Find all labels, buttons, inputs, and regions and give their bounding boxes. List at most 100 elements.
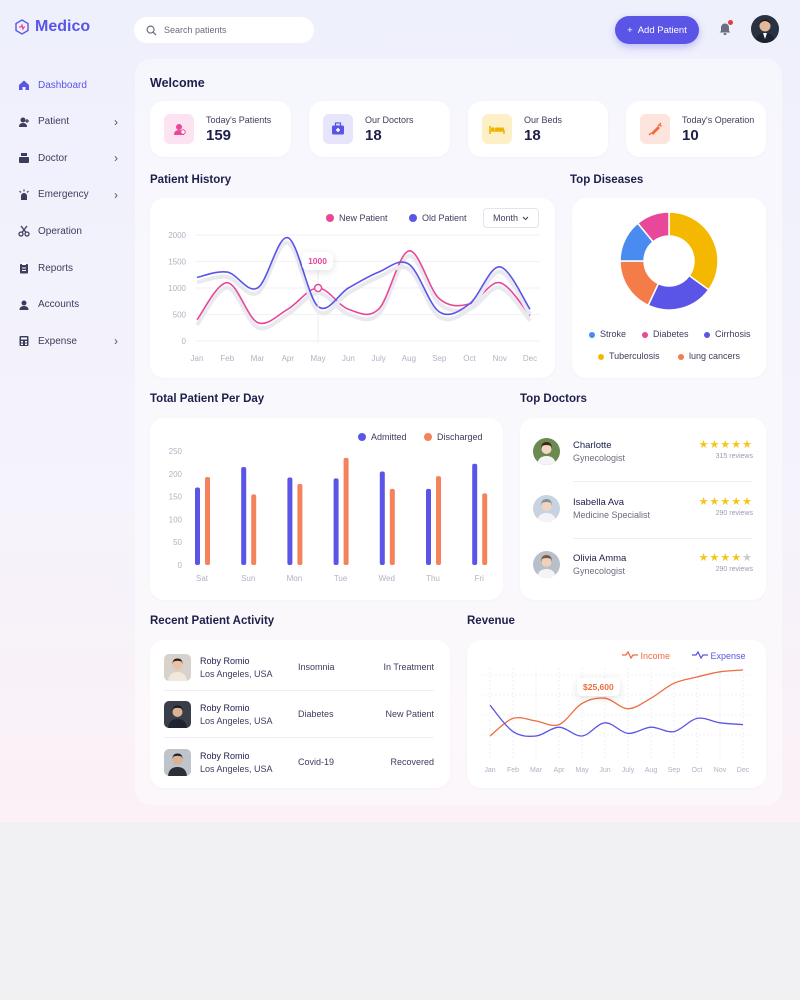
sidebar-item-label: Emergency [38, 189, 89, 201]
bar-discharged-sun[interactable] [251, 494, 257, 565]
bar-admitted-wed[interactable] [379, 471, 385, 565]
doctor-specialty: Gynecologist [573, 566, 626, 576]
x-tick-label: Jan [191, 354, 204, 363]
bar-admitted-tue[interactable] [333, 478, 339, 565]
x-tick-label: Sep [432, 354, 447, 363]
activity-row[interactable]: Roby Romio Los Angeles, USA Insomnia In Tre… [164, 654, 434, 684]
sidebar-item-label: Accounts [38, 299, 80, 311]
sidebar-item-dashboard[interactable]: Dashboard [18, 77, 118, 93]
patient-status: In Treatment [383, 662, 434, 672]
revenue-line-expense [489, 704, 744, 737]
syringe-icon [640, 114, 670, 144]
x-tick-label: Mar [530, 767, 543, 774]
user-avatar[interactable] [751, 15, 779, 43]
bar-discharged-wed[interactable] [389, 488, 395, 565]
x-tick-label: Thu [426, 574, 440, 583]
bar-admitted-mon[interactable] [287, 477, 293, 565]
x-tick-label: Nov [493, 354, 507, 363]
x-tick-label: Wed [379, 574, 395, 583]
bar-discharged-mon[interactable] [297, 483, 303, 565]
sidebar-item-emergency[interactable]: Emergency › [18, 187, 118, 203]
search-input[interactable] [164, 25, 294, 35]
sidebar-item-accounts[interactable]: Accounts [18, 297, 118, 313]
tooltip-marker [313, 283, 323, 293]
stat-card-our-doctors[interactable]: Our Doctors 18 [309, 101, 450, 157]
sidebar-item-reports[interactable]: Reports [18, 260, 118, 276]
doctor-avatar [533, 438, 560, 465]
star-rating: ★★★★★ [699, 438, 753, 451]
stat-value: 159 [206, 126, 232, 144]
y-tick-label: 1000 [168, 284, 186, 293]
x-tick-label: Aug [645, 767, 658, 774]
x-tick-label: Feb [507, 767, 519, 774]
add-patient-button[interactable]: + Add Patient [615, 16, 699, 44]
disease-legend-item: Cirrhosis [704, 329, 751, 339]
bar-discharged-fri[interactable] [482, 493, 488, 565]
x-tick-label: Dec [523, 354, 537, 363]
top-doctors-title: Top Doctors [520, 393, 587, 405]
calculator-icon [18, 335, 30, 347]
disease-legend-item: Tuberculosis [598, 351, 660, 361]
patient-history-title: Patient History [150, 174, 232, 186]
revenue-title: Revenue [467, 615, 515, 627]
sidebar-item-doctor[interactable]: Doctor › [18, 150, 118, 166]
x-tick-label: May [575, 767, 589, 774]
sidebar-item-expense[interactable]: Expense › [18, 333, 118, 349]
bar-admitted-sun[interactable] [241, 466, 247, 565]
y-tick-label: 2000 [168, 231, 186, 240]
bar-discharged-thu[interactable] [436, 476, 441, 565]
search-bar[interactable] [134, 17, 314, 43]
stat-card-our-beds[interactable]: Our Beds 18 [468, 101, 608, 157]
stat-card-today-s-patients[interactable]: Today's Patients 159 [150, 101, 291, 157]
sidebar-item-patient[interactable]: Patient › [18, 114, 118, 130]
y-tick-label: 50 [173, 538, 182, 547]
home-icon [18, 79, 30, 91]
bar-discharged-tue[interactable] [343, 457, 349, 565]
plus-icon: + [627, 24, 633, 36]
patient-disease: Diabetes [298, 709, 334, 720]
bar-admitted-sat[interactable] [195, 487, 200, 565]
star-icon: ★ [698, 439, 710, 451]
disease-legend-item: lung cancers [678, 351, 740, 361]
star-icon: ★ [720, 495, 732, 508]
stat-text: Today's Patients 159 [206, 115, 271, 144]
star-icon: ★ [698, 495, 710, 508]
review-count: 290 reviews [715, 566, 753, 573]
logo-icon [15, 19, 29, 35]
doctor-row[interactable]: Charlotte Gynecologist ★★★★★ 315 reviews [533, 438, 753, 468]
chevron-right-icon: › [114, 114, 118, 129]
star-icon: ★ [709, 495, 721, 508]
divider [573, 537, 752, 539]
y-tick-label: 250 [169, 447, 183, 456]
star-icon: ★ [742, 439, 753, 451]
app-window: Medico + Add Patient Welcome Pa [0, 0, 800, 822]
chevron-right-icon: › [114, 187, 118, 202]
review-count: 315 reviews [715, 453, 753, 460]
app-logo[interactable]: Medico [14, 18, 90, 36]
stat-card-today-s-operation[interactable]: Today's Operation 10 [626, 101, 766, 157]
bar-admitted-fri[interactable] [472, 463, 478, 565]
activity-row[interactable]: Roby Romio Los Angeles, USA Covid-19 Recove… [164, 748, 434, 779]
sidebar-item-operation[interactable]: Operation [18, 223, 118, 239]
emergency-icon [18, 189, 30, 201]
notification-bell[interactable] [718, 20, 733, 41]
search-icon [146, 25, 157, 36]
doctor-row[interactable]: Olivia Amma Gynecologist ★★★★★ 290 reviews [533, 551, 753, 581]
legend-dot [642, 332, 648, 338]
sidebar-item-label: Dashboard [38, 79, 87, 91]
sidebar-item-label: Operation [38, 225, 82, 237]
revenue-tooltip: $25,600 [577, 678, 620, 696]
activity-row[interactable]: Roby Romio Los Angeles, USA Diabetes New Pa… [164, 701, 434, 731]
x-tick-label: July [622, 767, 635, 774]
stat-value: 18 [365, 126, 382, 144]
disease-legend-item: Stroke [589, 329, 626, 339]
doctor-row[interactable]: Isabella Ava Medicine Specialist ★★★★★ 290 … [533, 494, 753, 525]
y-tick-label: 500 [173, 311, 187, 320]
welcome-title: Welcome [150, 76, 205, 90]
bar-admitted-thu[interactable] [426, 488, 431, 565]
bar-discharged-sat[interactable] [205, 476, 210, 565]
x-tick-label: Apr [554, 767, 566, 774]
bed-icon [482, 114, 512, 144]
divider [164, 737, 434, 739]
patient-avatar [164, 748, 191, 776]
